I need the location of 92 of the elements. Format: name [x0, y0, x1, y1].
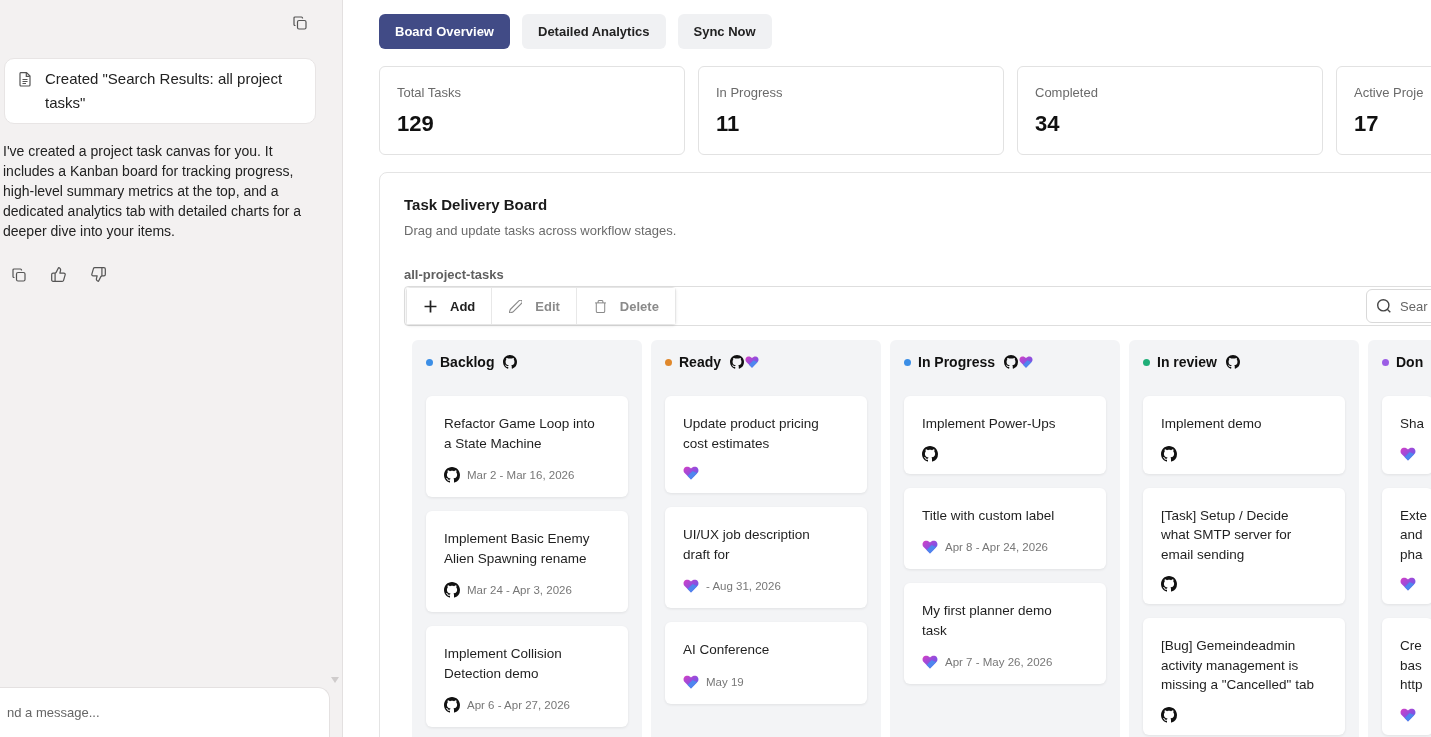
- stat-value: 129: [397, 110, 434, 138]
- heart-icon: [745, 355, 760, 369]
- sync-button[interactable]: Sync Now: [677, 14, 772, 49]
- heart-icon: [1400, 706, 1416, 723]
- view-tab[interactable]: Detailed Analytics: [522, 14, 666, 49]
- column-title: Backlog: [440, 354, 495, 370]
- heart-icon: [683, 465, 699, 481]
- card-title: My first planner demo task: [922, 602, 1053, 640]
- card-title: Implement Power-Ups: [922, 415, 1056, 433]
- heart-icon: [1400, 576, 1416, 592]
- card-title: Cre bas http: [1400, 637, 1423, 694]
- cat-logo-icon: [1004, 355, 1019, 369]
- cat-logo-icon: [444, 467, 460, 483]
- heart-icon: [683, 673, 699, 690]
- stat-label: Total Tasks: [397, 84, 462, 102]
- thumbs-down-icon[interactable]: [91, 267, 106, 282]
- stat-label: Active Proje: [1354, 84, 1424, 102]
- trash-icon: [593, 299, 607, 313]
- cat-logo-icon: [444, 697, 460, 713]
- task-card[interactable]: UI/UX job description draft for - Aug 31, 2026: [665, 507, 867, 608]
- task-card[interactable]: Implement Basic Enemy Alien Spawning rename Mar 24 - Apr 3, 2026: [426, 511, 628, 612]
- card-dates: Apr 7 - May 26, 2026: [945, 655, 1053, 670]
- task-card[interactable]: Implement Power-Ups: [904, 396, 1106, 474]
- stat-label: Completed: [1035, 84, 1098, 102]
- card-title: Title with custom label: [922, 506, 1055, 525]
- stat-label: In Progress: [716, 84, 783, 102]
- heart-icon: [922, 539, 938, 555]
- cat-logo-icon: [1161, 445, 1177, 462]
- artifact-card[interactable]: Created "Search Results: all project tasks": [4, 58, 316, 124]
- card-title: Implement demo: [1161, 415, 1262, 433]
- task-card[interactable]: [Task] Setup / Decide what SMTP server for email sending: [1143, 487, 1345, 604]
- card-dates: Mar 24 - Apr 3, 2026: [467, 583, 572, 598]
- task-card[interactable]: Implement Collision Detection demo Apr 6 - Apr 27, 2026: [426, 626, 628, 727]
- thumbs-up-icon[interactable]: [51, 267, 66, 282]
- pencil-icon: [509, 299, 523, 313]
- view-tab[interactable]: Board Overview: [379, 14, 510, 49]
- task-card[interactable]: Refactor Game Loop into a State Machine Mar 2 - Mar 16, 2026: [426, 396, 628, 497]
- card-title: Sha: [1400, 415, 1425, 433]
- document-icon: [19, 72, 31, 87]
- task-card[interactable]: [Bug] Gemeindeadmin activity management is missing a "Cancelled" tab: [1143, 618, 1345, 735]
- task-card[interactable]: Cre bas http: [1382, 618, 1431, 735]
- plus-icon: [424, 299, 437, 313]
- task-card[interactable]: Sha: [1382, 396, 1431, 474]
- task-card[interactable]: Title with custom label Apr 8 - Apr 24, 2026: [904, 487, 1106, 569]
- heart-icon: [1019, 355, 1034, 369]
- list-name: all-project-tasks: [404, 266, 504, 284]
- cat-logo-icon: [1225, 355, 1240, 369]
- card-title: AI Conference: [683, 641, 770, 659]
- card-title: [Task] Setup / Decide what SMTP server for email sending: [1161, 506, 1293, 564]
- card-dates: - Aug 31, 2026: [706, 579, 781, 594]
- card-title: Implement Collision Detection demo: [444, 645, 563, 683]
- card-title: Refactor Game Loop into a State Machine: [444, 415, 596, 453]
- heart-icon: [683, 578, 699, 594]
- copy-icon[interactable]: [12, 267, 26, 282]
- board-subtitle: Drag and update tasks across workflow stages.: [404, 222, 677, 240]
- search-icon: [1377, 299, 1391, 313]
- column-title: Don: [1396, 354, 1424, 370]
- cat-logo-icon: [1161, 576, 1177, 592]
- card-dates: Apr 6 - Apr 27, 2026: [467, 698, 570, 713]
- cat-logo-icon: [922, 445, 938, 462]
- cat-logo-icon: [730, 355, 745, 369]
- message-input[interactable]: nd a message...: [0, 687, 330, 737]
- stat-value: 34: [1035, 110, 1060, 138]
- cat-logo-icon: [503, 355, 518, 369]
- task-card[interactable]: My first planner demo task Apr 7 - May 26, 2026: [904, 583, 1106, 684]
- add-button[interactable]: Add: [407, 288, 493, 324]
- copy-icon[interactable]: [293, 16, 307, 30]
- stat-value: 11: [716, 110, 740, 138]
- task-card[interactable]: Implement demo: [1143, 396, 1345, 474]
- card-title: UI/UX job description draft for: [683, 526, 811, 564]
- task-card[interactable]: AI Conference May 19: [665, 622, 867, 704]
- card-dates: May 19: [706, 674, 744, 690]
- column-title: Ready: [679, 354, 722, 370]
- card-title: Implement Basic Enemy Alien Spawning rename: [444, 530, 591, 568]
- task-card[interactable]: Exte and pha: [1382, 487, 1431, 604]
- card-dates: Apr 8 - Apr 24, 2026: [945, 540, 1048, 555]
- heart-icon: [922, 654, 938, 670]
- heart-icon: [1400, 445, 1416, 462]
- cat-logo-icon: [444, 582, 460, 598]
- column-title: In review: [1157, 354, 1217, 370]
- artifact-title: Created "Search Results: all project tasks": [45, 69, 284, 113]
- assistant-message: I've created a project task canvas for you. It includes a Kanban board for tracking progress, high-level summary metrics at the top, and a dedicated analytics tab with detailed charts for a deeper dive into your items.: [3, 142, 303, 241]
- task-card[interactable]: Update product pricing cost estimates: [665, 396, 867, 493]
- column-title: In Progress: [918, 354, 996, 370]
- card-title: Exte and pha: [1400, 506, 1427, 564]
- cat-logo-icon: [1161, 706, 1177, 723]
- search-field[interactable]: Sear: [1366, 289, 1431, 323]
- card-dates: Mar 2 - Mar 16, 2026: [467, 468, 575, 483]
- board-title: Task Delivery Board: [404, 195, 548, 215]
- card-title: [Bug] Gemeindeadmin activity management is missing a "Cancelled" tab: [1161, 637, 1315, 694]
- stat-value: 17: [1354, 110, 1379, 138]
- card-title: Update product pricing cost estimates: [683, 415, 820, 453]
